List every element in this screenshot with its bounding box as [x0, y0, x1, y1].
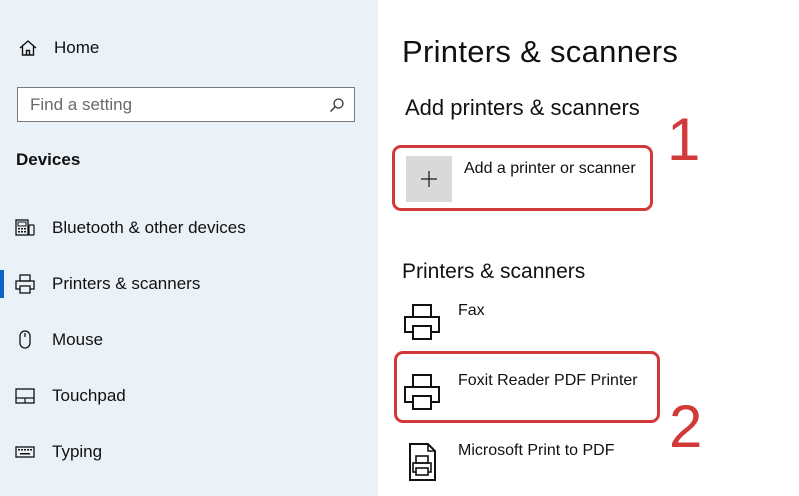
- add-section-title: Add printers & scanners: [405, 95, 640, 120]
- annotation-number-2: 2: [669, 393, 703, 460]
- printer-item-foxit[interactable]: Foxit Reader PDF Printer: [402, 372, 638, 412]
- home-nav-item[interactable]: Home: [18, 38, 99, 58]
- mouse-icon: [19, 330, 31, 349]
- sidebar-item-typing[interactable]: Typing: [14, 437, 102, 467]
- active-indicator: [0, 270, 4, 298]
- search-placeholder: Find a setting: [30, 95, 133, 114]
- sidebar-item-label: Touchpad: [52, 386, 126, 405]
- add-printer-label[interactable]: Add a printer or scanner: [464, 160, 636, 178]
- pdf-printer-icon: [409, 443, 436, 481]
- search-icon[interactable]: [329, 97, 345, 113]
- sidebar-item-label: Bluetooth & other devices: [52, 218, 246, 237]
- sidebar-item-printers[interactable]: Printers & scanners: [14, 269, 200, 299]
- fax-icon: [404, 304, 440, 340]
- printer-item-fax[interactable]: Fax: [402, 302, 485, 342]
- touchpad-icon: [15, 388, 35, 404]
- page-title: Printers & scanners: [402, 34, 679, 69]
- main-content: Printers & scanners Add printers & scann…: [378, 0, 799, 496]
- sidebar-item-touchpad[interactable]: Touchpad: [14, 381, 126, 411]
- printer-icon: [15, 274, 35, 294]
- annotation-number-1: 1: [667, 106, 701, 173]
- printer-label: Fax: [458, 302, 485, 319]
- home-label: Home: [54, 38, 100, 57]
- printer-icon: [404, 374, 440, 410]
- sidebar-item-mouse[interactable]: Mouse: [14, 325, 103, 355]
- sidebar-item-bluetooth[interactable]: Bluetooth & other devices: [14, 213, 246, 243]
- sidebar-item-label: Mouse: [52, 330, 104, 349]
- sidebar-item-label: Printers & scanners: [52, 274, 201, 293]
- bluetooth-devices-icon: [15, 219, 35, 236]
- sidebar: Home Find a setting Devices Bluetooth & …: [0, 0, 378, 496]
- section-title-devices: Devices: [16, 150, 81, 169]
- plus-icon: [421, 171, 437, 187]
- sidebar-item-label: Typing: [52, 442, 103, 461]
- home-icon: [19, 40, 37, 56]
- printer-label: Foxit Reader PDF Printer: [458, 372, 638, 389]
- printer-label: Microsoft Print to PDF: [458, 442, 615, 459]
- add-printer-button[interactable]: [406, 156, 452, 202]
- search-input[interactable]: Find a setting: [17, 87, 355, 122]
- printer-item-microsoft-pdf[interactable]: Microsoft Print to PDF: [402, 442, 614, 482]
- keyboard-icon: [15, 446, 35, 458]
- list-section-title: Printers & scanners: [402, 260, 586, 283]
